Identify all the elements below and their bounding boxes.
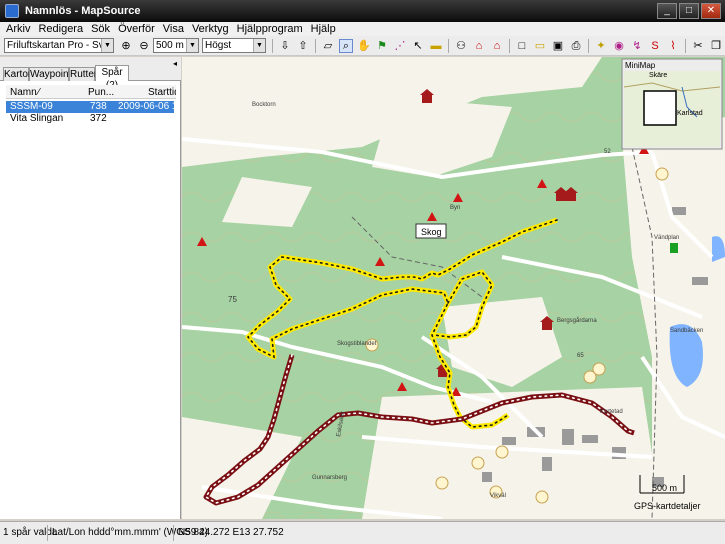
select-arrow-icon[interactable]: ↖ xyxy=(411,39,425,53)
track-tool-icon[interactable]: ⌇ xyxy=(666,39,680,53)
menu-sok[interactable]: Sök xyxy=(87,22,114,36)
zoom-tool-icon[interactable]: ⌕ xyxy=(339,38,353,53)
tooltip-text: Skog xyxy=(421,227,442,237)
chevron-down-icon: ▼ xyxy=(253,39,265,52)
column-points[interactable]: Pun... xyxy=(88,87,114,98)
track-points: 372 xyxy=(90,113,107,124)
track-name: Vita Slingan xyxy=(10,113,64,124)
new-file-icon[interactable]: □ xyxy=(515,39,529,53)
minimap[interactable]: MiniMap Skäre Karlstad xyxy=(621,58,723,150)
measure-tool-icon[interactable]: ▬ xyxy=(429,39,443,53)
map-label: 65 xyxy=(577,353,584,359)
chevron-down-icon: ▼ xyxy=(101,39,113,52)
window-title: Namnlös - MapSource xyxy=(25,5,141,17)
status-bar: 1 spår valda Lat/Lon hddd°mm.mmm' (WGS 8… xyxy=(0,521,725,544)
track-list-header: Namn ⁄ Pun... Starttid xyxy=(6,85,176,99)
show-tracks-icon[interactable]: ◉ xyxy=(612,39,626,53)
map-label: Sandbäcken xyxy=(670,328,703,334)
menu-verktyg[interactable]: Verktyg xyxy=(188,22,233,36)
panel-tabs: ◂ Kartor Waypoints Rutter Spår (2) xyxy=(0,57,181,91)
minimap-title: MiniMap xyxy=(625,61,656,70)
find-nearest-icon[interactable]: ⌂ xyxy=(490,39,504,53)
find-place-icon[interactable]: ⌂ xyxy=(472,39,486,53)
detail-level-select[interactable]: Högst ▼ xyxy=(202,38,266,53)
tab-waypoints[interactable]: Waypoints xyxy=(29,67,76,81)
show-routes-icon[interactable]: ↯ xyxy=(630,39,644,53)
minimap-place: Skäre xyxy=(649,72,667,79)
map-label: Gunnarsberg xyxy=(312,475,347,481)
menu-overfor[interactable]: Överför xyxy=(114,22,159,36)
green-marker xyxy=(670,243,678,253)
chevron-down-icon: ▼ xyxy=(186,39,198,52)
sort-icon: ⁄ xyxy=(38,87,40,98)
map-label: Bocktorn xyxy=(252,102,276,108)
send-to-device-icon[interactable]: ⇧ xyxy=(296,39,310,53)
map-source-label: GPS-kartdetaljer xyxy=(634,501,701,511)
tab-spar[interactable]: Spår (2) xyxy=(95,65,129,91)
track-name: SSSM-09 xyxy=(10,101,53,112)
map-label: Skogstiblandet xyxy=(337,341,377,347)
find-binoculars-icon[interactable]: ⚇ xyxy=(454,39,468,53)
minimize-button[interactable]: _ xyxy=(657,3,677,19)
menu-arkiv[interactable]: Arkiv xyxy=(2,22,34,36)
scale-label: 500 m xyxy=(652,483,677,493)
menu-visa[interactable]: Visa xyxy=(159,22,188,36)
data-panel: ◂ Kartor Waypoints Rutter Spår (2) Namn … xyxy=(0,57,181,519)
tab-rutter[interactable]: Rutter xyxy=(69,67,97,81)
map-canvas[interactable]: Bocktorn Byn Skogstiblandet Bergsgårdarn… xyxy=(182,57,725,519)
toolbar: Friluftskartan Pro - Svealand ▼ ⊕ ⊖ 500 … xyxy=(0,36,725,56)
map-label: Bergsgårdarna xyxy=(557,317,597,324)
map-tooltip: Skog xyxy=(415,223,447,239)
menu-bar: Arkiv Redigera Sök Överför Visa Verktyg … xyxy=(0,22,725,36)
maximize-button[interactable]: □ xyxy=(679,3,699,19)
map-label: Kortetad xyxy=(600,409,623,415)
route-tool-icon[interactable]: ⋰ xyxy=(393,39,407,53)
app-icon xyxy=(5,4,19,18)
zoom-out-icon[interactable]: ⊖ xyxy=(137,39,151,53)
map-label: Vikväl xyxy=(490,493,506,499)
tab-kartor[interactable]: Kartor xyxy=(3,67,31,81)
table-row[interactable]: Vita Slingan 372 xyxy=(6,113,174,125)
save-icon[interactable]: ▣ xyxy=(551,39,565,53)
map-product-value: Friluftskartan Pro - Svealand xyxy=(7,40,113,51)
close-button[interactable]: ✕ xyxy=(701,3,721,19)
column-start[interactable]: Starttid xyxy=(148,87,176,98)
detail-level-value: Högst xyxy=(205,40,232,51)
map-label: 52 xyxy=(604,149,611,155)
waypoint-flag-icon[interactable]: ⚑ xyxy=(375,39,389,53)
track-points: 738 xyxy=(90,101,107,112)
map-select-icon[interactable]: ▱ xyxy=(321,39,335,53)
zoom-scale-select[interactable]: 500 m ▼ xyxy=(153,38,199,53)
map-label: 75 xyxy=(228,295,237,304)
cut-icon[interactable]: ✂ xyxy=(691,39,705,53)
menu-hjalpprogram[interactable]: Hjälpprogram xyxy=(233,22,307,36)
map-label: Vändplan xyxy=(654,235,679,241)
mapsource-window: Namnlös - MapSource _ □ ✕ Arkiv Redigera… xyxy=(0,0,725,544)
filter-icon[interactable]: S xyxy=(648,39,662,53)
status-coordinates: N59 24.272 E13 27.752 xyxy=(178,527,284,538)
map-view[interactable]: Bocktorn Byn Skogstiblandet Bergsgårdarn… xyxy=(182,57,725,519)
minimap-viewport[interactable] xyxy=(643,90,677,126)
menu-redigera[interactable]: Redigera xyxy=(34,22,87,36)
receive-from-device-icon[interactable]: ⇩ xyxy=(278,39,292,53)
track-start: 2009-06-06 13:5 xyxy=(118,101,174,112)
map-product-select[interactable]: Friluftskartan Pro - Svealand ▼ xyxy=(4,38,114,53)
close-panel-icon[interactable]: ◂ xyxy=(173,59,177,68)
zoom-in-icon[interactable]: ⊕ xyxy=(119,39,133,53)
title-bar: Namnlös - MapSource _ □ ✕ xyxy=(0,0,725,22)
show-waypoints-icon[interactable]: ✦ xyxy=(594,39,608,53)
copy-icon[interactable]: ❐ xyxy=(709,39,723,53)
table-row[interactable]: SSSM-09 738 2009-06-06 13:5 xyxy=(6,101,174,113)
open-folder-icon[interactable]: ▭ xyxy=(533,39,547,53)
map-label: Byn xyxy=(450,205,460,211)
status-selection: 1 spår valda xyxy=(3,527,58,538)
print-icon[interactable]: ⎙ xyxy=(569,39,583,53)
minimap-place: Karlstad xyxy=(677,110,703,117)
column-name[interactable]: Namn xyxy=(10,87,37,98)
hand-tool-icon[interactable]: ✋ xyxy=(357,39,371,53)
zoom-scale-value: 500 m xyxy=(156,40,184,51)
menu-hjalp[interactable]: Hjälp xyxy=(307,22,340,36)
